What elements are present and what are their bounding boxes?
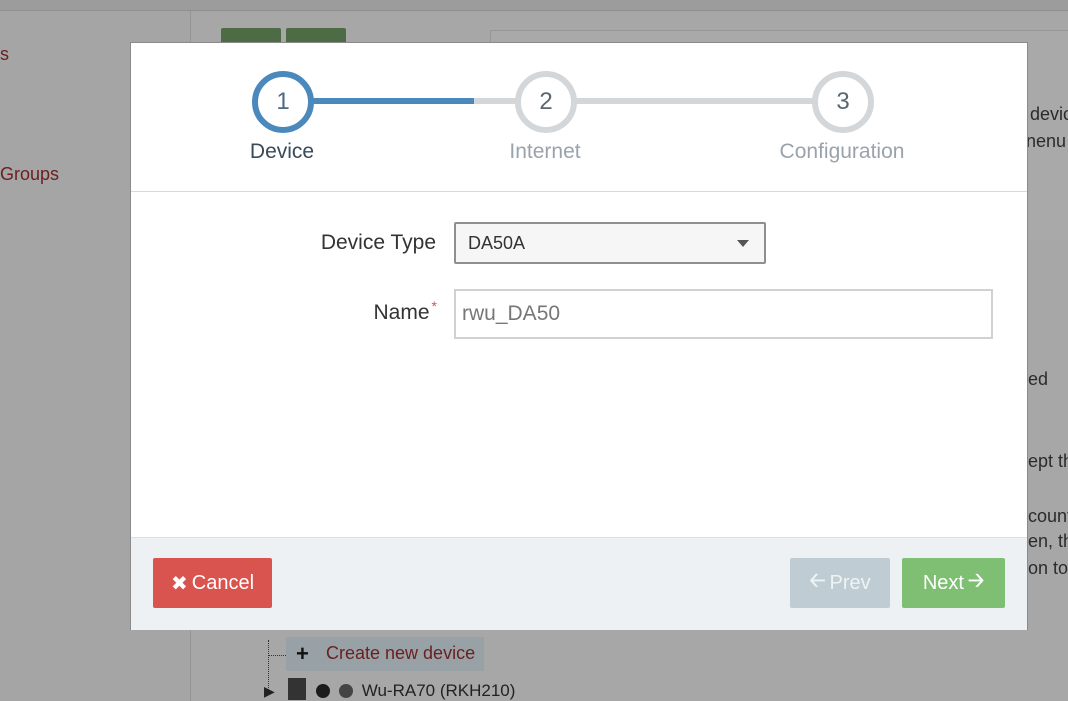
add-device-modal: 1 2 3 Device Internet Configuration Devi… [130,42,1028,630]
prev-button[interactable]: 🡠 Prev [790,558,890,608]
expand-arrow-icon[interactable]: ▶ [264,683,275,699]
device-type-value: DA50A [468,233,526,253]
tree-item-device[interactable]: ▶ Wu-RA70 (RKH210) [264,678,515,701]
next-button-label: Next [922,571,964,594]
modal-footer: ✖ Cancel 🡠 Prev Next 🡢 [131,537,1027,630]
wizard-step-label-internet: Internet [509,140,581,163]
wizard-step-3[interactable]: 3 [812,71,874,133]
wizard-progress-fill [311,98,474,104]
background-topbar [0,0,1068,11]
background-sidebar-link: s [0,44,9,64]
wizard-step-1[interactable]: 1 [252,71,314,133]
cancel-button[interactable]: ✖ Cancel [153,558,272,608]
device-type-label: Device Type [320,231,436,254]
create-new-device-link[interactable]: + Create new device [286,637,484,671]
name-field-label: Name * [291,298,437,325]
arrow-left-icon: 🡠 [809,570,826,592]
wizard-step-label-device: Device [249,140,315,163]
wizard-step-label-configuration: Configuration [779,140,905,163]
background-text: nenu ( [1026,131,1068,151]
next-button[interactable]: Next 🡢 [902,558,1005,608]
plus-icon: + [296,641,309,666]
name-input[interactable] [454,289,993,339]
prev-button-label: Prev [829,571,871,594]
tree-item-device-label: Wu-RA70 (RKH210) [361,681,516,700]
wizard-steps: 1 2 3 Device Internet Configuration [131,43,1027,192]
create-new-device-label: Create new device [326,643,476,663]
tree-connector [268,655,286,656]
background-sidebar-link-groups: Groups [0,164,60,184]
cancel-button-label: Cancel [191,571,255,594]
chevron-down-icon [737,240,749,247]
name-label-text: Name [373,301,430,324]
background-text: en, th [1028,531,1068,551]
wizard-step-2[interactable]: 2 [515,71,577,133]
background-text: on to [1028,558,1068,578]
device-thumbnail-icon [287,678,306,700]
arrow-right-icon: 🡢 [967,570,985,592]
background-text: devic [1030,104,1068,124]
device-type-select[interactable]: DA50A [454,222,766,264]
close-icon: ✖ [170,572,188,595]
alert-icon [338,684,353,698]
background-text: ept th [1028,451,1068,471]
required-asterisk: * [431,298,437,314]
status-dot-icon [316,684,331,698]
background-text: ed [1028,369,1049,389]
background-text: count [1028,506,1068,526]
